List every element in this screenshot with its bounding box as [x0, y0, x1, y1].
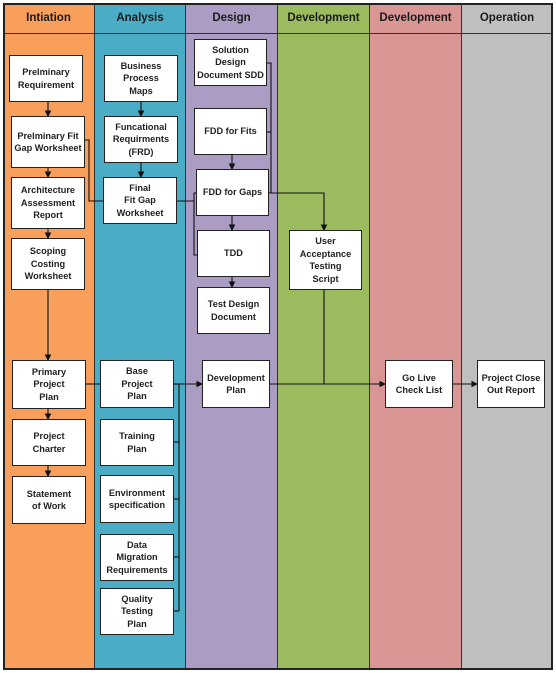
diagram-border — [3, 3, 553, 670]
